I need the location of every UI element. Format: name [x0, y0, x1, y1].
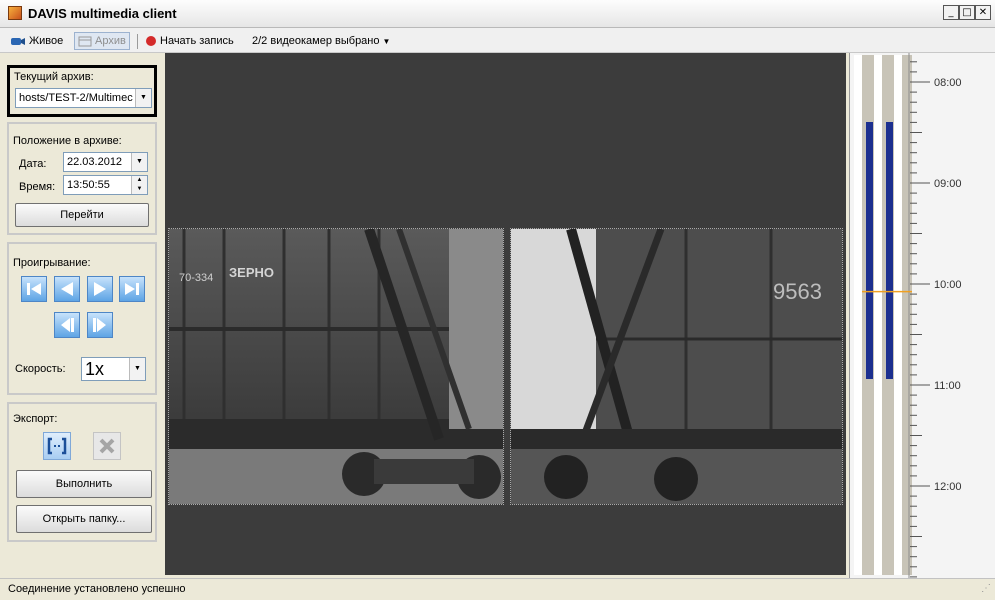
camera-selector-label: 2/2 видеокамер выбрано	[252, 35, 380, 47]
archive-group: Текущий архив: hosts/TEST-2/Multimec ▼	[7, 65, 157, 117]
export-select-button[interactable]	[43, 432, 71, 460]
skip-to-start-button[interactable]	[21, 276, 47, 302]
skip-back-icon	[27, 283, 41, 295]
archive-button[interactable]: Архив	[74, 32, 130, 50]
spin-down-icon[interactable]: ▼	[132, 185, 147, 194]
time-value: 13:50:55	[67, 179, 110, 191]
chevron-down-icon[interactable]: ▼	[135, 89, 151, 107]
archive-icon	[78, 36, 92, 47]
time-label: Время:	[19, 181, 56, 193]
position-label: Положение в архиве:	[13, 135, 122, 147]
camera-icon	[11, 38, 25, 45]
step-backward-button[interactable]	[54, 312, 80, 338]
selection-bracket-icon	[47, 437, 67, 455]
date-picker[interactable]: 22.03.2012 ▼	[63, 152, 148, 172]
skip-to-end-button[interactable]	[119, 276, 145, 302]
tick-label: 12:00	[934, 481, 962, 493]
window-title: DAVIS multimedia client	[28, 6, 177, 21]
play-icon	[94, 282, 106, 296]
archive-select[interactable]: hosts/TEST-2/Multimec ▼	[15, 88, 152, 108]
record-icon	[146, 36, 156, 46]
toolbar: Живое Архив Начать запись 2/2 видеокамер…	[0, 28, 995, 53]
archive-value: hosts/TEST-2/Multimec	[19, 92, 133, 104]
close-icon	[99, 438, 115, 454]
record-label: Начать запись	[160, 35, 234, 47]
chevron-down-icon[interactable]: ▼	[131, 153, 147, 171]
recording-segment	[886, 122, 893, 379]
resize-grip-icon[interactable]: ⋰	[981, 583, 991, 594]
tick-label: 10:00	[934, 279, 962, 291]
speed-value: 1x	[85, 359, 105, 379]
date-label: Дата:	[19, 158, 47, 170]
export-group: Экспорт: Выполнить Открыть папку...	[7, 402, 157, 542]
timeline[interactable]: 08:00 09:00 10:00 11:00 12:00	[849, 53, 995, 578]
playback-label: Проигрывание:	[13, 257, 91, 269]
execute-button[interactable]: Выполнить	[16, 470, 152, 498]
timeline-scale: 08:00 09:00 10:00 11:00 12:00	[854, 53, 962, 578]
camera-view-2[interactable]: 9563	[510, 228, 843, 505]
cancel-export-button[interactable]	[93, 432, 121, 460]
frame-forward-icon	[93, 318, 106, 332]
playback-group: Проигрывание: Скорость: 1x ▼	[7, 242, 157, 395]
app-icon	[8, 6, 22, 20]
position-group: Положение в архиве: Дата: 22.03.2012 ▼ В…	[7, 122, 157, 235]
open-folder-button[interactable]: Открыть папку...	[16, 505, 152, 533]
car-plate-text: 70-334	[179, 272, 213, 284]
frame-back-icon	[61, 318, 74, 332]
car-number-text: 9563	[773, 279, 822, 304]
play-back-icon	[61, 282, 73, 296]
chevron-down-icon[interactable]: ▼	[129, 358, 145, 380]
spin-up-icon[interactable]: ▲	[132, 176, 147, 185]
camera-selector-dropdown[interactable]: 2/2 видеокамер выбрано ▼	[252, 32, 390, 50]
camera-view-1[interactable]: 70-334 ЗЕРНО	[168, 228, 504, 505]
recording-segment	[866, 122, 873, 379]
title-bar: DAVIS multimedia client _ □ ✕	[0, 0, 995, 28]
date-value: 22.03.2012	[67, 156, 123, 168]
speed-label: Скорость:	[15, 363, 66, 375]
export-label: Экспорт:	[13, 413, 58, 425]
status-text: Соединение установлено успешно	[8, 583, 186, 595]
archive-label: Текущий архив:	[14, 71, 94, 83]
go-button[interactable]: Перейти	[15, 203, 149, 227]
skip-forward-icon	[125, 283, 139, 295]
toolbar-separator	[137, 34, 138, 49]
left-panel: Текущий архив: hosts/TEST-2/Multimec ▼ П…	[0, 53, 162, 578]
video-area: 70-334 ЗЕРНО 9563	[165, 53, 846, 575]
play-backward-button[interactable]	[54, 276, 80, 302]
time-input[interactable]: 13:50:55 ▲ ▼	[63, 175, 148, 195]
live-label: Живое	[29, 35, 64, 47]
minimize-button[interactable]: _	[943, 5, 959, 20]
tick-label: 11:00	[934, 380, 961, 392]
maximize-button[interactable]: □	[959, 5, 975, 20]
archive-label: Архив	[95, 35, 126, 47]
play-forward-button[interactable]	[87, 276, 113, 302]
live-button[interactable]: Живое	[10, 32, 63, 50]
time-spinner[interactable]: ▲ ▼	[131, 176, 147, 194]
step-forward-button[interactable]	[87, 312, 113, 338]
camera-frame-2: 9563	[511, 229, 842, 504]
close-button[interactable]: ✕	[975, 5, 991, 20]
speed-select[interactable]: 1x ▼	[81, 357, 146, 381]
car-label-text: ЗЕРНО	[229, 265, 274, 280]
tick-label: 08:00	[934, 77, 962, 89]
camera-frame-1: 70-334 ЗЕРНО	[169, 229, 503, 504]
record-button[interactable]: Начать запись	[145, 32, 234, 50]
dropdown-arrow-icon: ▼	[382, 36, 391, 46]
tick-label: 09:00	[934, 178, 962, 190]
status-bar: Соединение установлено успешно ⋰	[0, 578, 995, 600]
